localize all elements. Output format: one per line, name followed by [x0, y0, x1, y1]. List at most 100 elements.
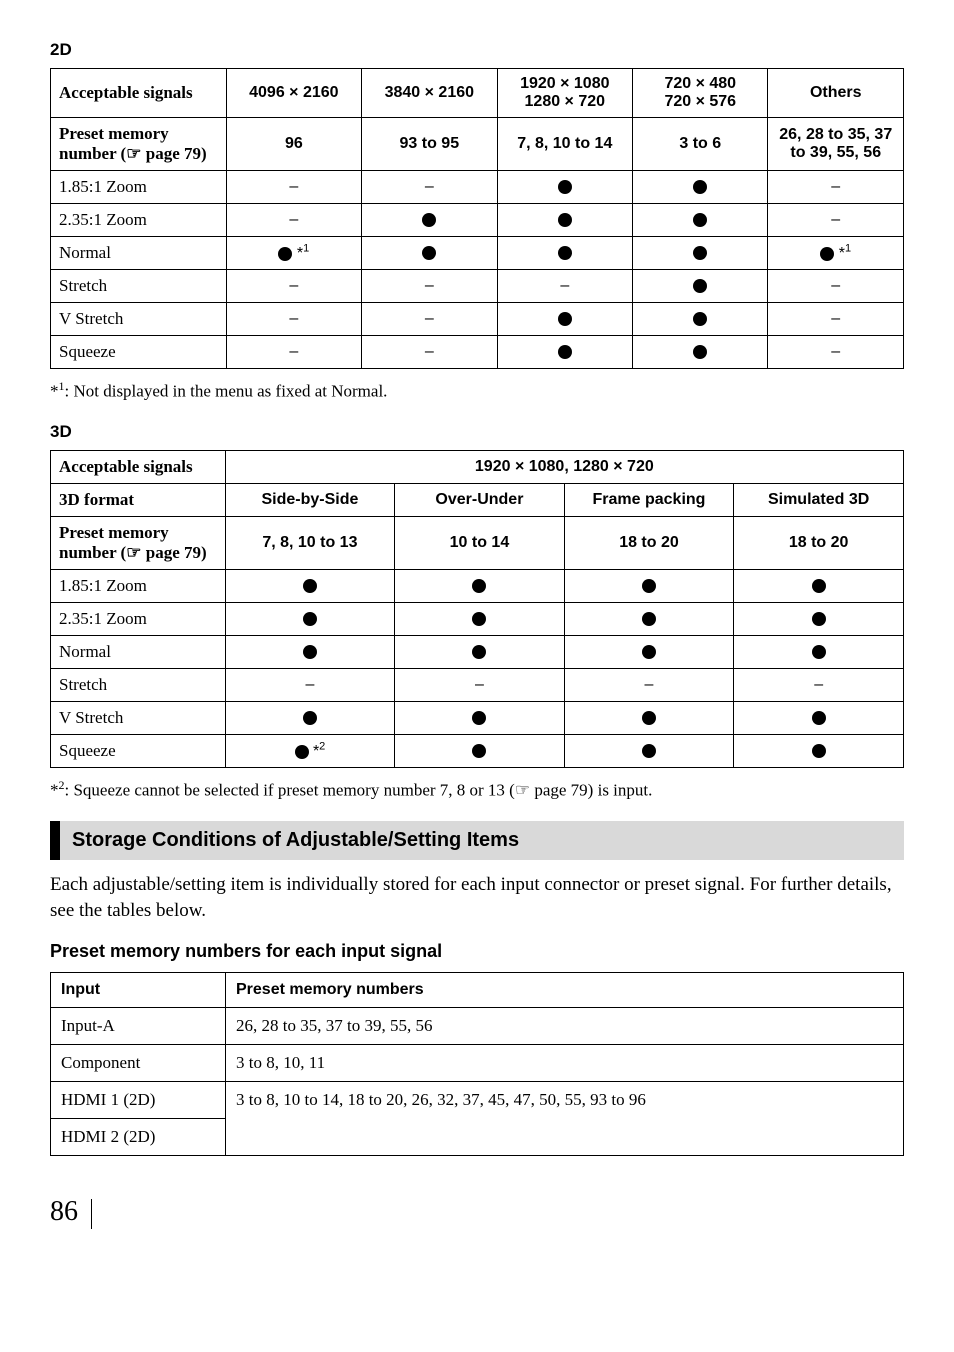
dot-icon — [693, 213, 707, 227]
format-sim: Simulated 3D — [734, 483, 904, 516]
table-cell: – — [362, 303, 497, 336]
table-cell — [734, 734, 904, 767]
table-row: Normal — [51, 635, 226, 668]
table-cell — [734, 701, 904, 734]
storage-body: Each adjustable/setting item is individu… — [50, 872, 904, 923]
table-cell — [225, 701, 395, 734]
table-row: 1.85:1 Zoom — [51, 171, 227, 204]
dot-icon — [642, 645, 656, 659]
table-row: V Stretch — [51, 701, 226, 734]
dot-icon — [642, 744, 656, 758]
table-cell — [734, 569, 904, 602]
table-cell — [362, 237, 497, 270]
section-3d-label: 3D — [50, 422, 904, 442]
table-row: 1.85:1 Zoom — [51, 569, 226, 602]
dot-icon — [472, 645, 486, 659]
dot-icon — [558, 312, 572, 326]
table-cell — [633, 171, 768, 204]
page-number: 86 — [50, 1196, 904, 1239]
table-3d: Acceptable signals 1920 × 1080, 1280 × 7… — [50, 450, 904, 768]
table-cell — [633, 336, 768, 369]
format-frame: Frame packing — [564, 483, 734, 516]
table-cell — [225, 602, 395, 635]
dot-icon — [422, 213, 436, 227]
table-cell: – — [226, 270, 361, 303]
preset-memory-header: Preset memory number (☞ page 79) — [51, 118, 227, 171]
dot-icon — [303, 579, 317, 593]
dot-icon — [558, 213, 572, 227]
pointer-icon: ☞ — [126, 144, 141, 163]
col-720: 720 × 480 720 × 576 — [633, 69, 768, 118]
dot-icon — [558, 180, 572, 194]
preset-col-header: Preset memory numbers — [226, 973, 904, 1008]
table-cell — [225, 569, 395, 602]
dot-icon — [693, 312, 707, 326]
table-cell — [497, 336, 632, 369]
dot-icon — [295, 745, 309, 759]
table-row: Input-A — [51, 1008, 226, 1045]
table-row: HDMI 2 (2D) — [51, 1119, 226, 1156]
table-cell: – — [768, 303, 904, 336]
table-cell — [497, 171, 632, 204]
dot-icon — [820, 247, 834, 261]
table-cell — [225, 635, 395, 668]
table-cell — [564, 569, 734, 602]
table-cell — [497, 237, 632, 270]
table-cell: – — [497, 270, 632, 303]
table-cell: – — [362, 336, 497, 369]
table-cell: *1 — [768, 237, 904, 270]
table-cell: – — [226, 336, 361, 369]
table-cell: – — [362, 270, 497, 303]
dot-icon — [472, 744, 486, 758]
table-row: 2.35:1 Zoom — [51, 602, 226, 635]
table-row: HDMI 1 (2D) — [51, 1082, 226, 1119]
preset-memory-header-3d: Preset memory number (☞ page 79) — [51, 516, 226, 569]
table-cell — [564, 602, 734, 635]
dot-icon — [278, 247, 292, 261]
preset-val-2: 7, 8, 10 to 14 — [497, 118, 632, 171]
dot-icon — [642, 711, 656, 725]
dot-icon — [558, 246, 572, 260]
table-inputs: Input Preset memory numbers Input-A 26, … — [50, 972, 904, 1156]
dot-icon — [693, 246, 707, 260]
table-cell — [395, 569, 565, 602]
dot-icon — [642, 579, 656, 593]
table-cell: – — [225, 668, 395, 701]
table-cell: – — [768, 270, 904, 303]
dot-icon — [558, 345, 572, 359]
table-cell: – — [226, 303, 361, 336]
col-others: Others — [768, 69, 904, 118]
table-row: Stretch — [51, 270, 227, 303]
footnote-3d: *2: Squeeze cannot be selected if preset… — [50, 778, 904, 801]
dot-icon — [693, 180, 707, 194]
table-cell: – — [768, 204, 904, 237]
format-over: Over-Under — [395, 483, 565, 516]
table-cell — [734, 635, 904, 668]
preset-3d-2: 18 to 20 — [564, 516, 734, 569]
table-row-val: 26, 28 to 35, 37 to 39, 55, 56 — [226, 1008, 904, 1045]
table-cell — [564, 701, 734, 734]
table-row: Component — [51, 1045, 226, 1082]
table-row: V Stretch — [51, 303, 227, 336]
preset-3d-1: 10 to 14 — [395, 516, 565, 569]
dot-icon — [812, 612, 826, 626]
table-cell: – — [226, 204, 361, 237]
storage-heading: Storage Conditions of Adjustable/Setting… — [50, 821, 904, 860]
pointer-icon: ☞ — [515, 781, 530, 800]
table-row: 2.35:1 Zoom — [51, 204, 227, 237]
table-cell — [734, 602, 904, 635]
table-cell: – — [362, 171, 497, 204]
table-cell — [564, 734, 734, 767]
col-resolution-3d: 1920 × 1080, 1280 × 720 — [225, 450, 903, 483]
section-2d-label: 2D — [50, 40, 904, 60]
table-cell — [633, 204, 768, 237]
table-row-val: 3 to 8, 10 to 14, 18 to 20, 26, 32, 37, … — [226, 1082, 904, 1156]
dot-icon — [693, 279, 707, 293]
pointer-icon: ☞ — [126, 543, 141, 562]
table-cell — [633, 270, 768, 303]
table-row-val: 3 to 8, 10, 11 — [226, 1045, 904, 1082]
preset-3d-3: 18 to 20 — [734, 516, 904, 569]
dot-icon — [303, 645, 317, 659]
dot-icon — [472, 612, 486, 626]
col-3840: 3840 × 2160 — [362, 69, 497, 118]
